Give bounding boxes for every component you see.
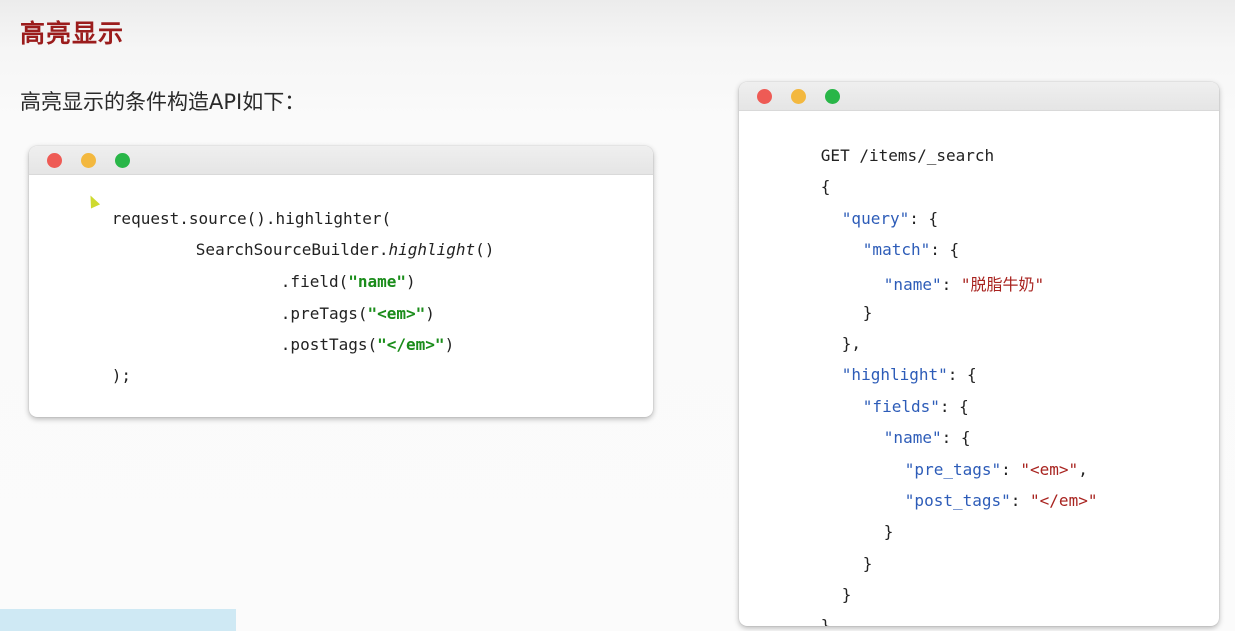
code-text: } — [883, 522, 894, 541]
code-text: } — [862, 554, 873, 573]
window-titlebar — [29, 146, 653, 175]
code-text: .postTags( — [280, 335, 378, 354]
code-text: () — [475, 240, 495, 259]
json-string: "脱脂牛奶" — [960, 275, 1045, 294]
maximize-dot-icon — [825, 89, 840, 104]
json-code-block: GET /items/_search { "query": { "match":… — [763, 127, 1213, 626]
json-code-window: GET /items/_search { "query": { "match":… — [739, 82, 1219, 626]
json-key: "name" — [883, 275, 942, 294]
intro-text: 高亮显示的条件构造API如下： — [20, 90, 306, 114]
java-code-window: request.source().highlighter( SearchSour… — [29, 146, 653, 417]
json-key: "post_tags" — [904, 491, 1011, 510]
close-dot-icon — [757, 89, 772, 104]
code-line: } — [763, 597, 831, 626]
code-line: ); — [54, 347, 131, 404]
code-text: } — [820, 616, 831, 626]
code-text: ) — [444, 335, 455, 354]
code-text: } — [862, 303, 873, 322]
bottom-strip — [0, 609, 236, 631]
code-text: } — [841, 585, 852, 604]
code-text: : — [941, 275, 961, 294]
java-code-block: request.source().highlighter( SearchSour… — [54, 190, 644, 390]
code-text: : — [1010, 491, 1031, 510]
slide-title: 高亮显示 — [20, 19, 125, 48]
code-string: "</em>" — [377, 335, 445, 354]
minimize-dot-icon — [791, 89, 806, 104]
code-line: .postTags("</em>") — [223, 316, 454, 373]
maximize-dot-icon — [115, 153, 130, 168]
request-line: GET /items/_search — [820, 146, 995, 165]
code-text: ); — [111, 366, 132, 385]
window-titlebar — [739, 82, 1219, 111]
close-dot-icon — [47, 153, 62, 168]
json-string: "</em>" — [1030, 491, 1098, 510]
minimize-dot-icon — [81, 153, 96, 168]
